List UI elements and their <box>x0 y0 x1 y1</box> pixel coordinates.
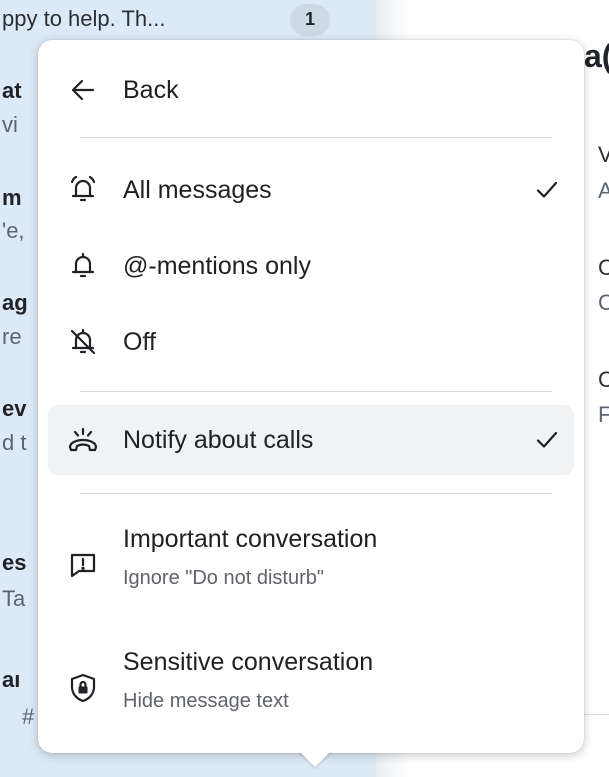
important-conversation-sublabel: Ignore "Do not disturb" <box>123 567 324 589</box>
message-exclamation-icon <box>66 548 100 582</box>
shield-lock-icon <box>66 671 100 705</box>
list-item-preview: re <box>2 324 22 349</box>
notify-calls-label: Notify about calls <box>123 425 314 454</box>
all-messages-label: All messages <box>123 175 272 204</box>
checkmark-icon <box>534 177 560 203</box>
sensitive-conversation-label: Sensitive conversation <box>123 648 374 676</box>
list-item-preview: d t <box>2 430 27 455</box>
list-item-name[interactable]: ag <box>2 290 28 316</box>
all-messages-menu-item[interactable]: All messages <box>48 160 574 220</box>
mentions-only-menu-item[interactable]: @-mentions only <box>48 236 574 296</box>
menu-caret <box>298 750 332 767</box>
important-conversation-menu-item[interactable]: Important conversation Ignore "Do not di… <box>48 515 574 615</box>
back-label: Back <box>123 75 179 104</box>
list-item-name[interactable]: at <box>2 78 22 104</box>
sensitive-conversation-sublabel: Hide message text <box>123 690 289 712</box>
detail-fragment: A <box>598 178 609 203</box>
list-item-name[interactable]: es <box>2 550 26 576</box>
list-item-preview: 'e, <box>2 218 25 243</box>
important-conversation-label: Important conversation <box>123 525 378 553</box>
back-menu-item[interactable]: Back <box>48 60 574 120</box>
unread-badge: 1 <box>290 4 330 36</box>
list-item-preview: Ta <box>2 586 26 611</box>
mentions-only-label: @-mentions only <box>123 251 311 280</box>
detail-fragment: C <box>598 290 609 315</box>
notification-menu: Back All messages @-mentions only Off No… <box>38 40 584 753</box>
phone-ringing-icon <box>66 423 100 457</box>
list-item-preview: vi <box>2 112 18 137</box>
arrow-left-icon <box>66 73 100 107</box>
off-label: Off <box>123 327 156 356</box>
checkmark-icon <box>534 427 560 453</box>
list-item-name[interactable]: aı <box>2 667 20 693</box>
list-item-preview[interactable]: ppy to help. Th... <box>2 6 165 32</box>
detail-fragment: V <box>598 142 609 167</box>
notify-calls-menu-item[interactable]: Notify about calls <box>48 405 574 475</box>
sensitive-conversation-menu-item[interactable]: Sensitive conversation Hide message text <box>48 638 574 738</box>
menu-separator <box>80 493 552 494</box>
detail-fragment: C <box>598 367 609 392</box>
menu-separator <box>80 391 552 392</box>
list-item-name[interactable]: m <box>2 185 22 211</box>
divider <box>584 714 609 715</box>
detail-fragment: F <box>598 402 609 427</box>
menu-separator <box>80 137 552 138</box>
detail-fragment: C <box>598 255 609 280</box>
bell-icon <box>66 249 100 283</box>
off-menu-item[interactable]: Off <box>48 312 574 372</box>
list-item-preview: # <box>22 704 35 729</box>
bell-ringing-icon <box>66 173 100 207</box>
list-item-name[interactable]: ev <box>2 396 26 422</box>
chat-title-fragment: a( <box>584 38 609 74</box>
bell-off-icon <box>66 325 100 359</box>
